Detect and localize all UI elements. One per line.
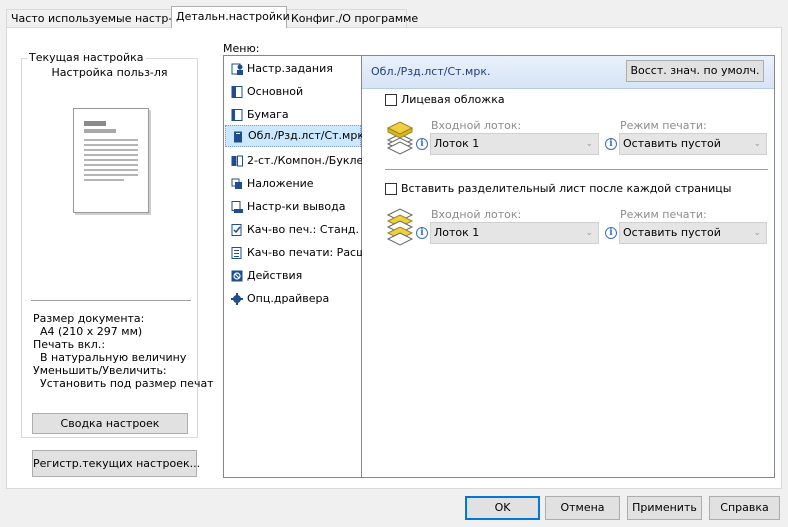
menu-item-label: Основной <box>247 85 304 98</box>
actions-icon <box>231 270 243 282</box>
menu-list: Настр.задания Основной Бумага Обл./Рзд.л… <box>223 55 370 478</box>
front-cover-checkbox[interactable] <box>385 94 397 106</box>
info-icon[interactable]: i <box>416 138 428 150</box>
tab-label: Часто используемые настр-ки <box>11 12 187 25</box>
front-cover-paper-icon <box>386 121 414 155</box>
menu-item-label: Кач-во печ.: Станд. <box>247 223 360 236</box>
help-button[interactable]: Справка <box>709 496 780 520</box>
menu-item-label: 2-ст./Компон./Буклет <box>247 154 370 167</box>
tab-frequent-settings[interactable]: Часто используемые настр-ки <box>6 9 186 27</box>
separator-mode-label: Режим печати: <box>620 208 707 221</box>
doc-size-label: Размер документа: <box>33 312 145 325</box>
menu-item-label: Настр-ки вывода <box>247 200 346 213</box>
output-icon <box>231 201 243 213</box>
info-icon[interactable]: i <box>416 227 428 239</box>
menu-item-label: Настр.задания <box>247 62 333 75</box>
gear-icon <box>231 293 243 305</box>
front-cover-label: Лицевая обложка <box>401 93 505 106</box>
menu-item-label: Бумага <box>247 108 289 121</box>
info-icon[interactable]: i <box>605 227 617 239</box>
setting-name: Настройка польз-ля <box>51 66 168 79</box>
mode-value: Оставить пустой <box>623 137 721 150</box>
zoom-label: Уменьшить/Увеличить: <box>33 364 167 377</box>
separator-tray-label: Входной лоток: <box>431 208 522 221</box>
register-settings-button[interactable]: Регистр.текущих настроек... <box>32 450 200 477</box>
document-preview <box>73 108 149 213</box>
menu-item-quality-advanced[interactable]: Кач-во печати: Расш. <box>225 242 370 264</box>
front-cover-tray-select[interactable]: Лоток 1 ⌄ <box>430 133 599 155</box>
quality-advanced-icon <box>231 247 242 259</box>
separator-tray-select[interactable]: Лоток 1 ⌄ <box>430 222 599 244</box>
separator-paper-icon <box>386 208 414 246</box>
ok-button[interactable]: OK <box>465 496 540 520</box>
tab-label: Детальн.настройки <box>176 10 290 23</box>
menu-item-cover[interactable]: Обл./Рзд.лст/Ст.мрк. <box>225 125 367 147</box>
front-cover-mode-select[interactable]: Оставить пустой ⌄ <box>619 133 767 155</box>
document-preview-lines <box>84 121 138 181</box>
tray-value: Лоток 1 <box>434 137 480 150</box>
chevron-down-icon: ⌄ <box>585 228 593 238</box>
overlay-icon <box>231 178 242 189</box>
print-on-value: В натуральную величину <box>40 351 187 364</box>
menu-item-output[interactable]: Настр-ки вывода <box>225 196 361 218</box>
menu-item-overlay[interactable]: Наложение <box>225 173 361 195</box>
chevron-down-icon: ⌄ <box>585 139 593 149</box>
menu-item-label: Опц.драйвера <box>247 292 330 305</box>
menu-item-driver-options[interactable]: Опц.драйвера <box>225 288 361 310</box>
menu-item-label: Кач-во печати: Расш. <box>247 246 370 259</box>
restore-defaults-button[interactable]: Восст. знач. по умолч. <box>626 60 764 82</box>
menu-item-layout[interactable]: 2-ст./Компон./Буклет <box>225 150 370 172</box>
info-icon[interactable]: i <box>605 138 617 150</box>
job-settings-icon <box>231 63 243 75</box>
menu-item-quality-standard[interactable]: Кач-во печ.: Станд. <box>225 219 361 241</box>
front-cover-mode-label: Режим печати: <box>620 119 707 132</box>
front-cover-tray-label: Входной лоток: <box>431 119 522 132</box>
doc-size-value: А4 (210 x 297 мм) <box>40 325 143 338</box>
menu-item-basic[interactable]: Основной <box>225 81 361 103</box>
summary-button[interactable]: Сводка настроек <box>32 413 188 434</box>
layout-icon <box>231 155 243 167</box>
print-on-label: Печать вкл.: <box>33 338 106 351</box>
menu-item-label: Обл./Рзд.лст/Ст.мрк. <box>248 129 368 142</box>
content-header-title: Обл./Рзд.лст/Ст.мрк. <box>371 65 491 78</box>
apply-button[interactable]: Применить <box>627 496 702 520</box>
separator-mode-select[interactable]: Оставить пустой ⌄ <box>619 222 767 244</box>
tray-value: Лоток 1 <box>434 226 480 239</box>
paper-icon <box>231 109 243 121</box>
menu-item-label: Наложение <box>247 177 314 190</box>
section-divider <box>385 169 768 170</box>
chevron-down-icon: ⌄ <box>753 228 761 238</box>
current-setting-title: Текущая настройка <box>27 51 146 64</box>
zoom-value: Установить под размер печат <box>40 377 214 390</box>
chevron-down-icon: ⌄ <box>753 139 761 149</box>
tab-label: Конфиг./О программе <box>291 12 419 25</box>
cover-icon <box>234 131 242 143</box>
menu-item-label: Действия <box>247 269 303 282</box>
menu-item-paper[interactable]: Бумага <box>225 104 361 126</box>
menu-label: Меню: <box>223 42 260 55</box>
separator-label: Вставить разделительный лист после каждо… <box>401 182 732 195</box>
separator-checkbox[interactable] <box>385 183 397 195</box>
tab-config-about[interactable]: Конфиг./О программе <box>286 9 418 27</box>
basic-icon <box>231 86 243 98</box>
divider <box>31 300 191 301</box>
menu-item-actions[interactable]: Действия <box>225 265 361 287</box>
mode-value: Оставить пустой <box>623 226 721 239</box>
quality-standard-icon <box>231 224 242 236</box>
tab-detailed-settings[interactable]: Детальн.настройки <box>171 6 290 28</box>
settings-content: Обл./Рзд.лст/Ст.мрк. <box>362 55 775 478</box>
menu-item-job-settings[interactable]: Настр.задания <box>225 58 361 80</box>
cancel-button[interactable]: Отмена <box>545 496 620 520</box>
